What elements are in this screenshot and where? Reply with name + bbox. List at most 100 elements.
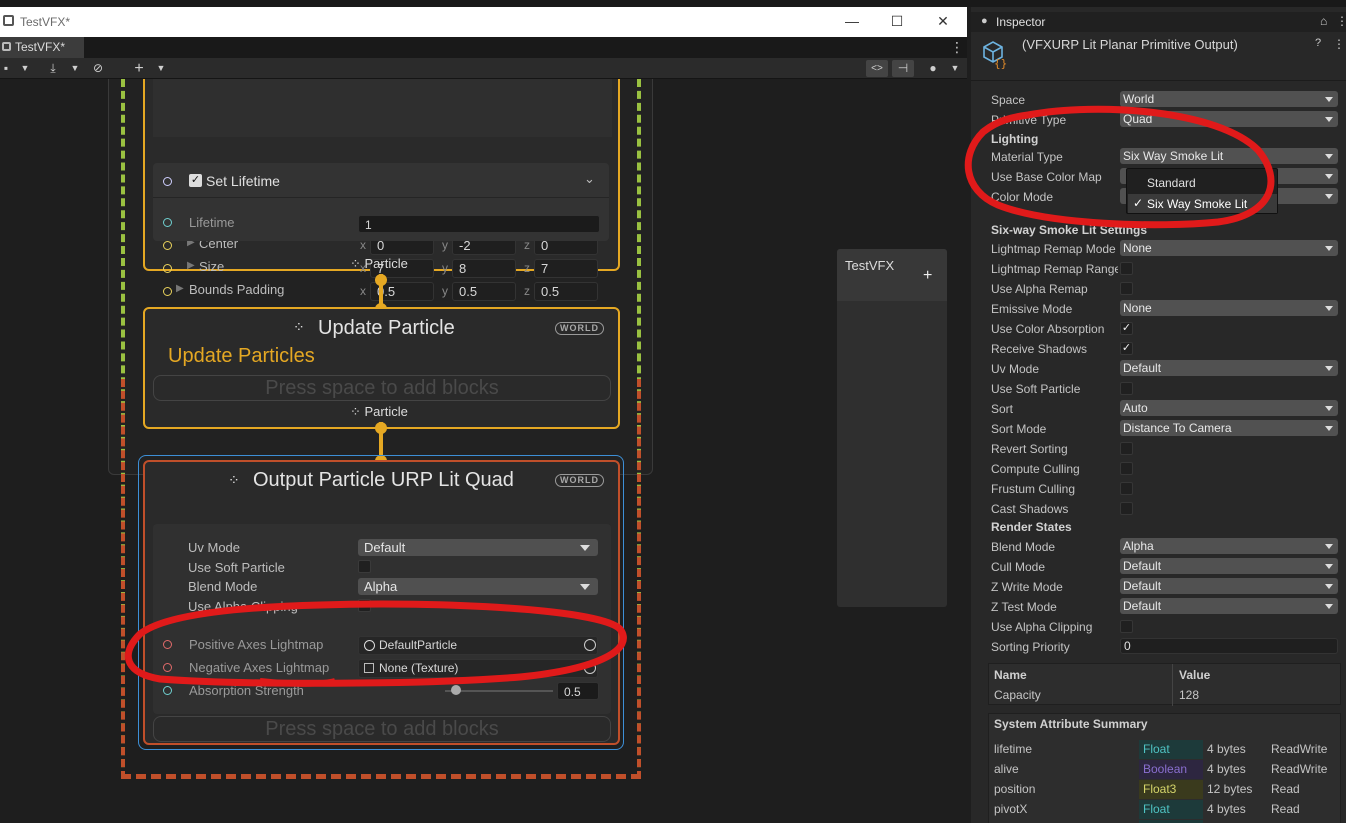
inspector-row-label: Lightmap Remap Range	[991, 262, 1118, 276]
attribute-name: position	[994, 782, 1036, 796]
block-activation-port[interactable]	[163, 177, 172, 186]
inspector-row-dropdown[interactable]: Default	[1120, 598, 1338, 614]
inspector-row-field[interactable]: 0	[1120, 638, 1338, 654]
inspector-row-dropdown[interactable]: None	[1120, 300, 1338, 316]
tree-view-icon[interactable]: ⊣	[892, 60, 914, 77]
blend-mode-dropdown[interactable]: Alpha	[358, 578, 598, 595]
soft-particle-label: Use Soft Particle	[188, 560, 285, 575]
inspector-row-checkbox[interactable]	[1120, 462, 1133, 475]
inspector-row-label: Cull Mode	[991, 560, 1046, 574]
inspector-row-checkbox[interactable]: ✓	[1120, 342, 1133, 355]
inspector-row-label: Emissive Mode	[991, 302, 1073, 316]
lifetime-port[interactable]	[163, 218, 172, 227]
inspector-row-label: Sorting Priority	[991, 640, 1070, 654]
export-icon[interactable]: ⤓	[44, 60, 62, 77]
component-title: (VFXURP Lit Planar Primitive Output)	[1022, 37, 1238, 52]
inspector-row-dropdown[interactable]: None	[1120, 240, 1338, 256]
table-divider	[1172, 664, 1173, 706]
minimize-button[interactable]: —	[829, 10, 875, 34]
blackboard-panel[interactable]: TestVFX +	[837, 249, 947, 607]
attribute-size: 4 bytes	[1207, 802, 1246, 816]
flow-output-label: ⁘ Particle	[350, 256, 408, 271]
lifetime-field[interactable]: 1	[358, 215, 600, 233]
inspector-row-label: Sort Mode	[991, 422, 1047, 436]
blackboard-add-button[interactable]: +	[923, 267, 932, 285]
inspector-row-dropdown[interactable]: Distance To Camera	[1120, 420, 1338, 436]
bounds-port[interactable]	[163, 287, 172, 296]
inspector-row-dropdown[interactable]: Alpha	[1120, 538, 1338, 554]
inspector-row-dropdown[interactable]: Auto	[1120, 400, 1338, 416]
add-blocks-hint[interactable]: Press space to add blocks	[153, 716, 611, 742]
update-title: Update Particle	[318, 317, 455, 339]
attribute-access: Read	[1271, 782, 1300, 796]
attribute-name: pivotX	[994, 802, 1028, 816]
maximize-button[interactable]: ☐	[874, 10, 920, 34]
set-bounds-block[interactable]	[153, 79, 612, 137]
inspector-row-label: Uv Mode	[991, 362, 1040, 376]
flow-port[interactable]	[375, 274, 387, 286]
inspector-tab[interactable]: Inspector	[996, 15, 1045, 29]
help-icon[interactable]: ?	[1315, 37, 1321, 49]
bounds-port[interactable]	[163, 264, 172, 273]
divider	[153, 197, 609, 198]
help-icon[interactable]: ●	[926, 60, 940, 77]
world-badge[interactable]: WORLD	[555, 322, 604, 335]
tab-bar: TestVFX* ⋮	[0, 37, 967, 58]
inspector-tab-bar: ● Inspector ⌂ ⋮	[971, 12, 1346, 32]
help-dropdown-icon[interactable]: ▼	[948, 60, 962, 77]
attribute-access: ReadWrite	[1271, 762, 1328, 776]
inspector-row-checkbox[interactable]	[1120, 442, 1133, 455]
inspector-row-checkbox[interactable]	[1120, 282, 1133, 295]
inspector-row-dropdown[interactable]: Default	[1120, 360, 1338, 376]
code-view-icon[interactable]: <>	[866, 60, 888, 77]
bounds-y-field[interactable]: 0.5	[452, 282, 516, 301]
tab-menu-icon[interactable]: ⋮	[950, 39, 964, 56]
lifetime-label: Lifetime	[189, 215, 235, 230]
expand-arrow-icon[interactable]: ▶	[176, 283, 184, 294]
flow-port[interactable]	[375, 422, 387, 434]
inspector-row-checkbox[interactable]	[1120, 262, 1133, 275]
bounds-z-field[interactable]: 0.5	[534, 282, 598, 301]
inspector-row-checkbox[interactable]	[1120, 502, 1133, 515]
particle-label: Particle	[364, 256, 408, 271]
add-node-button[interactable]: +	[130, 60, 148, 77]
uv-mode-dropdown[interactable]: Default	[358, 539, 598, 556]
expand-arrow-icon[interactable]: ▶	[187, 260, 195, 271]
output-title: Output Particle URP Lit Quad	[253, 469, 514, 491]
export-dropdown-icon[interactable]: ▼	[68, 60, 82, 77]
attribute-access: ReadWrite	[1271, 742, 1328, 756]
vfx-asset-icon	[2, 42, 11, 51]
inspector-row-checkbox[interactable]	[1120, 382, 1133, 395]
vfx-output-icon: {}	[983, 41, 1007, 69]
inspector-row-dropdown[interactable]: Default	[1120, 558, 1338, 574]
component-menu-icon[interactable]: ⋮	[1333, 37, 1345, 51]
inspector-row-label: Z Test Mode	[991, 600, 1057, 614]
inspector-row-dropdown[interactable]: Default	[1120, 578, 1338, 594]
inspector-row-checkbox[interactable]	[1120, 620, 1133, 633]
attribute-type: Float	[1139, 800, 1203, 819]
bounds-y-field[interactable]: 8	[452, 259, 516, 278]
link-off-icon[interactable]: ⊘	[89, 60, 107, 77]
lock-icon[interactable]: ⌂	[1320, 14, 1327, 28]
save-dropdown-icon[interactable]: ▼	[18, 60, 32, 77]
attribute-size: 12 bytes	[1207, 782, 1253, 796]
graph-canvas[interactable]: ▶ Center x 0 y -2 z 0 ▶ Size x 7 y 8 z 7 ▶ Bounds Padding…	[0, 79, 967, 823]
inspector-row-checkbox[interactable]	[1120, 482, 1133, 495]
chevron-down-icon[interactable]: ⌄	[584, 171, 595, 187]
save-icon[interactable]: ▪	[0, 60, 12, 77]
close-button[interactable]: ✕	[920, 10, 966, 34]
capacity-value: 128	[1179, 688, 1200, 702]
world-badge[interactable]: WORLD	[555, 474, 604, 487]
bounds-port[interactable]	[163, 241, 172, 250]
attribute-type: Boolean	[1139, 760, 1203, 779]
bounds-z-field[interactable]: 7	[534, 259, 598, 278]
tab-testvfx[interactable]: TestVFX*	[0, 37, 84, 58]
add-dropdown-icon[interactable]: ▼	[154, 60, 168, 77]
add-blocks-hint[interactable]: Press space to add blocks	[153, 375, 611, 401]
svg-text:{}: {}	[994, 57, 1007, 69]
panel-menu-icon[interactable]: ⋮	[1336, 14, 1346, 28]
enable-checkbox[interactable]: ✓	[189, 174, 202, 187]
soft-particle-checkbox[interactable]	[358, 560, 371, 573]
inspector-row-checkbox[interactable]: ✓	[1120, 322, 1133, 335]
set-lifetime-block[interactable]: ✓ Set Lifetime ⌄ Lifetime 1	[153, 163, 609, 241]
